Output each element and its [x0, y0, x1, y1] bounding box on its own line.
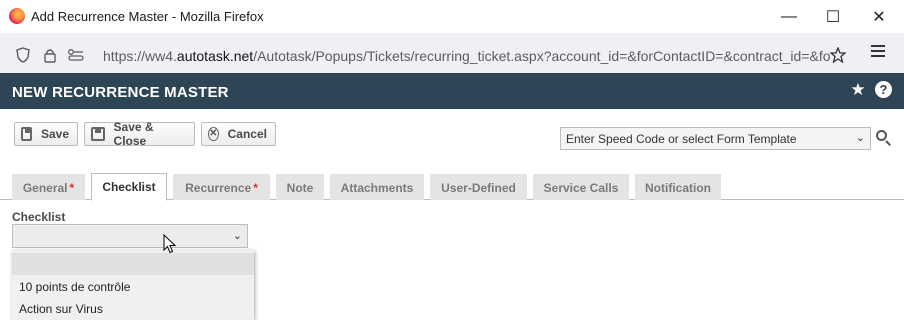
save-button[interactable]: Save	[14, 122, 78, 146]
required-marker: *	[69, 180, 75, 195]
tab-service-calls[interactable]: Service Calls	[533, 174, 629, 200]
window-titlebar: Add Recurrence Master - Mozilla Firefox …	[0, 0, 904, 33]
cancel-x-icon: ✕	[208, 127, 219, 141]
window-title: Add Recurrence Master - Mozilla Firefox	[31, 9, 264, 24]
tab-note[interactable]: Note	[276, 174, 324, 200]
search-icon[interactable]	[876, 130, 892, 146]
tab-general[interactable]: General *	[12, 174, 85, 200]
page-header: NEW RECURRENCE MASTER ★ ?	[0, 73, 904, 109]
chevron-down-icon: ⌄	[855, 132, 865, 144]
save-disk-icon	[21, 127, 32, 141]
tab-label: Service Calls	[543, 180, 619, 195]
url-bar: https://ww4.autotask.net/Autotask/Popups…	[0, 33, 904, 73]
checklist-label: Checklist	[12, 210, 66, 224]
chevron-down-icon: ⌄	[232, 230, 242, 242]
tab-label: Note	[286, 180, 314, 195]
tab-notification[interactable]: Notification	[635, 174, 721, 200]
bookmark-star-icon[interactable]	[829, 46, 847, 64]
tab-label: Attachments	[340, 180, 414, 195]
tab-label: General	[22, 180, 68, 195]
tab-user-defined[interactable]: User-Defined	[430, 174, 527, 200]
lock-icon[interactable]	[41, 46, 59, 64]
favorite-star-icon[interactable]: ★	[849, 81, 867, 99]
maximize-button[interactable]: ☐	[811, 4, 855, 30]
speed-code-select[interactable]: Enter Speed Code or select Form Template…	[560, 127, 871, 150]
minimize-button[interactable]: —	[767, 4, 811, 30]
tab-label: Checklist	[102, 180, 156, 194]
tracking-shield-icon[interactable]	[14, 46, 32, 64]
save-disk-icon	[91, 127, 105, 141]
speed-code-text: Enter Speed Code or select Form Template	[566, 132, 797, 146]
tab-bar: General * Checklist Recurrence * Note Atta…	[0, 172, 904, 201]
firefox-logo-icon	[9, 8, 25, 24]
save-label: Save	[40, 127, 69, 141]
dropdown-option[interactable]: 10 points de contrôle	[12, 275, 254, 297]
mouse-cursor-icon	[163, 234, 177, 254]
cancel-label: Cancel	[227, 127, 267, 141]
dropdown-option-empty[interactable]	[12, 253, 254, 275]
url-text[interactable]: https://ww4.autotask.net/Autotask/Popups…	[103, 48, 833, 64]
tab-attachments[interactable]: Attachments	[330, 174, 424, 200]
permissions-icon[interactable]	[67, 46, 85, 64]
dropdown-option[interactable]: Action sur Virus	[12, 297, 254, 319]
toolbar: Save Save & Close ✕ Cancel Enter Speed C…	[0, 109, 904, 164]
help-icon[interactable]: ?	[875, 81, 892, 98]
checklist-dropdown: 10 points de contrôle Action sur Virus	[12, 250, 254, 320]
close-window-button[interactable]: ✕	[857, 4, 901, 30]
tab-recurrence[interactable]: Recurrence *	[173, 174, 270, 200]
required-marker: *	[253, 180, 258, 195]
tab-label: Recurrence	[185, 180, 252, 195]
tab-checklist[interactable]: Checklist	[91, 173, 167, 201]
page-title: NEW RECURRENCE MASTER	[12, 84, 229, 101]
checklist-select[interactable]: ⌄	[12, 224, 248, 248]
tab-label: User-Defined	[441, 180, 516, 195]
save-close-button[interactable]: Save & Close	[84, 120, 195, 148]
url-field[interactable]: https://ww4.autotask.net/Autotask/Popups…	[6, 37, 858, 69]
cancel-button[interactable]: ✕ Cancel	[201, 122, 276, 146]
save-close-label: Save & Close	[113, 120, 154, 148]
tab-label: Notification	[645, 180, 711, 195]
hamburger-menu-icon[interactable]	[868, 42, 888, 62]
